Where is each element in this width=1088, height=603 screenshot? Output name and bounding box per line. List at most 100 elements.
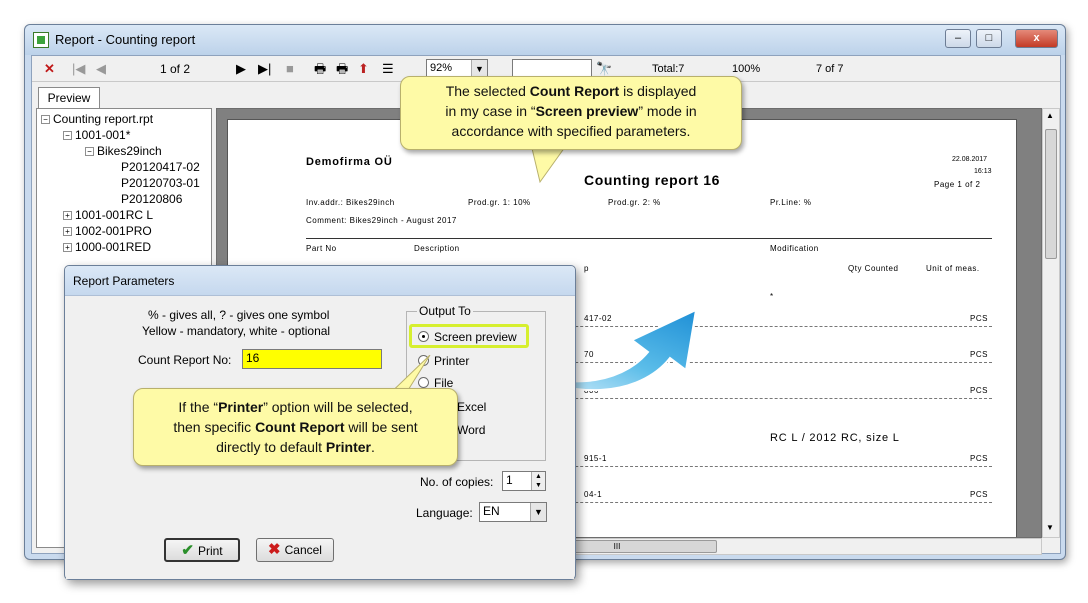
scroll-thumb[interactable] [1045, 129, 1057, 259]
row-unit: PCS [970, 350, 988, 359]
tree-item[interactable]: −1001-001* [63, 127, 130, 143]
hint-colors: Yellow - mandatory, white - optional [142, 324, 331, 338]
tree-item[interactable]: P20120806 [121, 191, 182, 207]
radio-word[interactable]: Word [457, 423, 485, 437]
tab-preview[interactable]: Preview [38, 87, 100, 109]
language-label: Language: [416, 506, 473, 520]
tree-item-label: 1001-001* [75, 128, 131, 142]
callout-printer: If the “Printer” option will be selected… [133, 388, 458, 466]
count-report-input[interactable]: 16 [242, 349, 382, 369]
prod-gr2: Prod.gr. 2: % [608, 198, 661, 207]
vertical-scrollbar[interactable]: ▲ ▼ [1042, 108, 1060, 538]
maximize-button[interactable]: □ [976, 29, 1002, 48]
close-button[interactable]: x [1015, 29, 1058, 48]
col-mod: Modification [770, 244, 819, 253]
callout-bold: Count Report [529, 83, 620, 99]
progress-label: 7 of 7 [816, 63, 844, 75]
tree-item[interactable]: +1001-001RC L [63, 207, 153, 223]
callout-bold: Printer [218, 399, 264, 415]
collapse-icon[interactable]: − [63, 131, 72, 140]
collapse-icon[interactable]: − [41, 115, 50, 124]
comment: Comment: Bikes29inch - August 2017 [306, 216, 457, 225]
callout-bold: Printer [325, 439, 371, 455]
radio-excel[interactable]: Excel [457, 400, 486, 414]
callout-bold: Count Report [255, 419, 345, 435]
count-report-label: Count Report No: [138, 353, 232, 367]
radio-screen-preview[interactable]: Screen preview [418, 330, 517, 344]
tree-item[interactable]: P20120703-01 [121, 175, 200, 191]
expand-icon[interactable]: + [63, 243, 72, 252]
col-qty: Qty Counted [848, 264, 899, 273]
tree-item[interactable]: − Bikes29inch [85, 143, 162, 159]
callout-text: . [370, 439, 375, 455]
tree-item[interactable]: +1000-001RED [63, 239, 151, 255]
language-select[interactable]: EN ▼ [479, 502, 547, 522]
cancel-button[interactable]: ✖ Cancel [256, 538, 334, 562]
callout-text: ” mode in [638, 103, 697, 119]
col-unit: Unit of meas. [926, 264, 980, 273]
row-mod: RC L / 2012 RC, size L [770, 432, 900, 444]
spinner-icon[interactable]: ▲ ▼ [531, 472, 545, 490]
checkmark-icon: ✔ [181, 542, 194, 559]
callout-text: then specific [173, 419, 256, 435]
tree-item-label: 1002-001PRO [75, 224, 152, 238]
pr-line: Pr.Line: % [770, 198, 812, 207]
col-desc: Description [414, 244, 460, 253]
scroll-down-icon[interactable]: ▼ [1046, 523, 1054, 532]
output-legend: Output To [417, 304, 473, 318]
chevron-down-icon: ▼ [530, 503, 546, 521]
tree-item-label: 1001-001RC L [75, 208, 154, 222]
total-label: Total:7 [652, 63, 685, 75]
copies-stepper[interactable]: 1 ▲ ▼ [502, 471, 546, 491]
callout-text: The selected [445, 83, 530, 99]
radio-label: Excel [457, 400, 487, 414]
zoom-value: 92% [430, 62, 453, 74]
row-unit: PCS [970, 490, 988, 499]
expand-icon[interactable]: + [63, 227, 72, 236]
title-bar[interactable]: Report - Counting report – □ x [25, 25, 1065, 55]
tree-item[interactable]: P20120417-02 [121, 159, 200, 175]
print-button[interactable]: ✔ Print [164, 538, 240, 562]
minimize-button[interactable]: – [945, 29, 971, 48]
tree-item-label: P20120417-02 [121, 160, 200, 174]
tree-toggle-icon[interactable]: ☰ [382, 61, 394, 77]
report-date: 22.08.2017 [952, 156, 988, 163]
prod-gr1: Prod.gr. 1: 10% [468, 198, 531, 207]
collapse-icon[interactable]: − [85, 147, 94, 156]
callout-text: accordance with specified parameters. [451, 123, 691, 139]
print-icon[interactable]: 🖶 [314, 61, 326, 77]
prev-page-icon[interactable]: ◀ [96, 61, 106, 77]
report-page-number: Page 1 of 2 [934, 180, 981, 189]
stop-square-icon[interactable]: ■ [286, 61, 294, 77]
col-p: p [584, 264, 589, 273]
callout-text: If the “ [178, 399, 219, 415]
row-unit: PCS [970, 454, 988, 463]
scroll-up-icon[interactable]: ▲ [1046, 111, 1054, 120]
tree-item[interactable]: − Counting report.rpt [41, 111, 153, 127]
callout-text: will be sent [344, 419, 418, 435]
hint-wildcards: % - gives all, ? - gives one symbol [148, 308, 330, 322]
page-indicator: 1 of 2 [160, 62, 191, 76]
binoculars-icon[interactable]: 🔭 [596, 61, 612, 77]
tree-item-label: 1000-001RED [75, 240, 152, 254]
dialog-title: Report Parameters [73, 274, 175, 288]
tree-item-label: P20120703-01 [121, 176, 200, 190]
expand-icon[interactable]: + [63, 211, 72, 220]
tree-item-label: P20120806 [121, 192, 183, 206]
print-setup-icon[interactable]: 🖶 [336, 61, 348, 77]
tree-item[interactable]: +1002-001PRO [63, 223, 152, 239]
report-title: Counting report 16 [584, 172, 721, 188]
first-page-icon[interactable]: |◀ [72, 61, 85, 77]
cancel-x-icon: ✖ [268, 541, 281, 558]
next-page-icon[interactable]: ▶ [236, 61, 246, 77]
row-unit: PCS [970, 314, 988, 323]
tree-item-label: Counting report.rpt [53, 112, 154, 126]
dialog-title-bar[interactable]: Report Parameters [65, 266, 575, 296]
percent-label: 100% [732, 63, 761, 75]
last-page-icon[interactable]: ▶| [258, 61, 271, 77]
stop-icon[interactable]: ✕ [44, 61, 55, 77]
copies-label: No. of copies: [420, 475, 494, 489]
header-rule [306, 238, 992, 239]
export-icon[interactable]: ⬆ [358, 61, 369, 77]
row-unit: PCS [970, 386, 988, 395]
